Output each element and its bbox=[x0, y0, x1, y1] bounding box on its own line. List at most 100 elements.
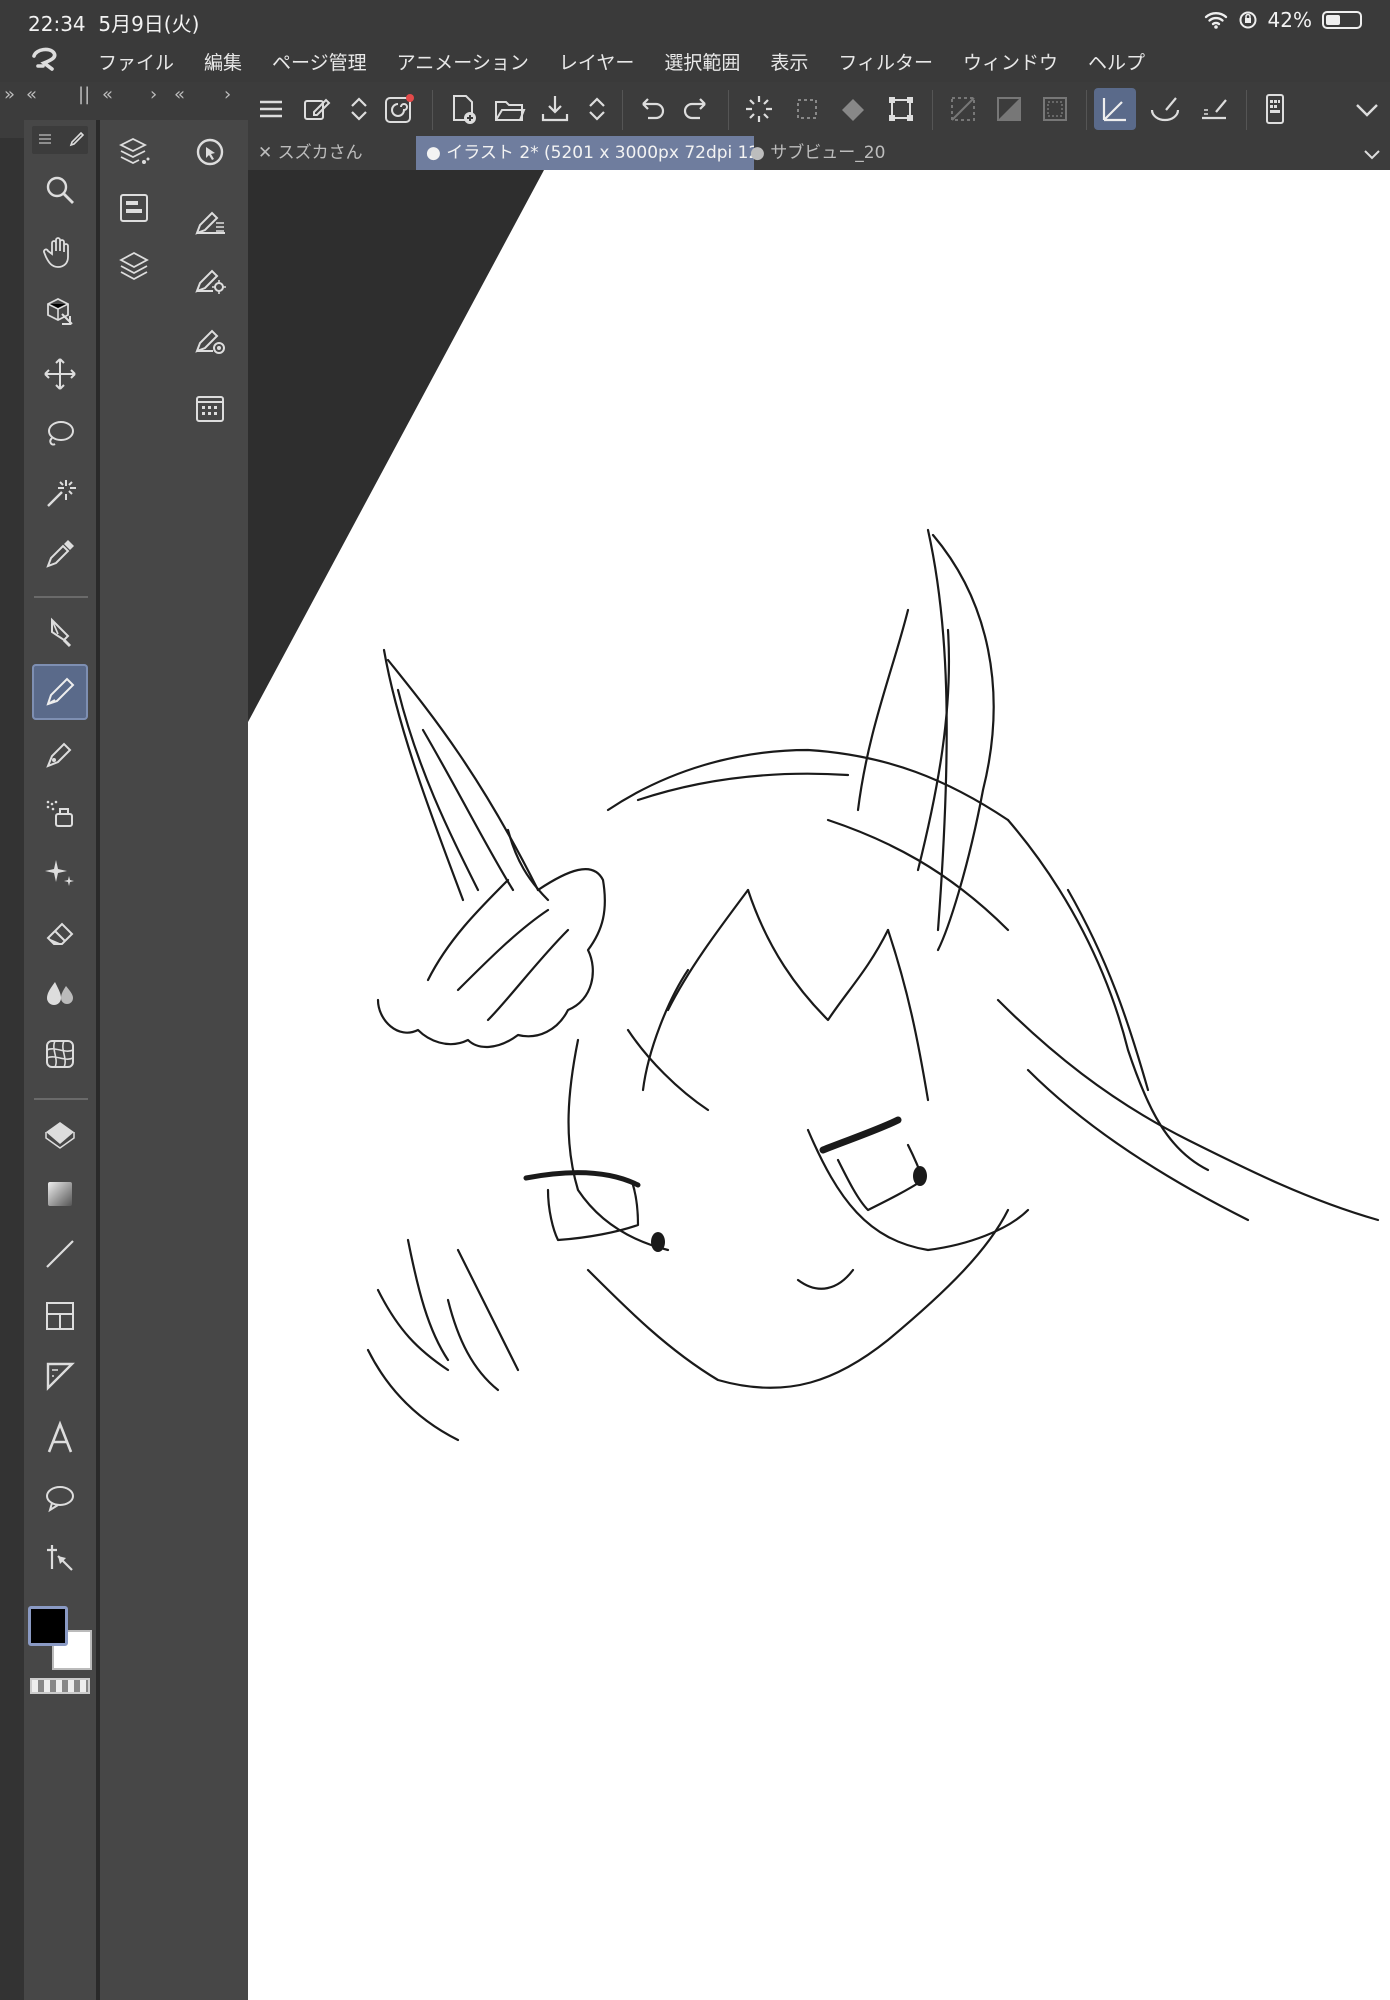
ruler-tool-icon[interactable] bbox=[32, 1348, 88, 1404]
brush-size-icon[interactable] bbox=[186, 316, 234, 364]
deselect-icon[interactable] bbox=[786, 88, 828, 130]
open-folder-icon[interactable] bbox=[488, 88, 530, 130]
hide-outside-selection-icon[interactable] bbox=[942, 88, 984, 130]
tool-palette-header[interactable] bbox=[32, 126, 88, 154]
toolbar-divider bbox=[728, 90, 729, 130]
eyedropper-tool-icon[interactable] bbox=[32, 526, 88, 582]
airbrush-tool-icon[interactable] bbox=[32, 786, 88, 842]
snap-ruler-icon[interactable] bbox=[1094, 88, 1136, 130]
canvas-sketch[interactable] bbox=[248, 170, 1390, 2000]
tool-divider bbox=[34, 596, 88, 598]
tool-property-icon[interactable] bbox=[186, 128, 234, 176]
hand-tool-icon[interactable] bbox=[32, 224, 88, 280]
auto-select-tool-icon[interactable] bbox=[32, 466, 88, 522]
app-logo-icon[interactable] bbox=[28, 44, 64, 76]
sub-tool-settings-icon[interactable] bbox=[186, 256, 234, 304]
navigator-icon[interactable] bbox=[110, 184, 158, 232]
menu-edit[interactable]: 編集 bbox=[204, 48, 242, 75]
snap-special-ruler-icon[interactable] bbox=[1144, 88, 1186, 130]
collapse-left-icon-2[interactable]: « bbox=[26, 84, 37, 105]
selection-mode-icon[interactable] bbox=[988, 88, 1030, 130]
battery-percent: 42% bbox=[1267, 8, 1312, 32]
pen-small-icon bbox=[69, 131, 85, 147]
object-tool-icon[interactable] bbox=[32, 284, 88, 340]
tab-list-chevron-icon[interactable] bbox=[1362, 144, 1382, 164]
palette-menu-icon[interactable] bbox=[38, 132, 52, 146]
fill-selection-icon[interactable] bbox=[832, 88, 874, 130]
edit-settings-icon[interactable] bbox=[296, 88, 338, 130]
up-down-icon[interactable] bbox=[338, 88, 380, 130]
layer-property-icon[interactable] bbox=[110, 128, 158, 176]
status-right: 42% bbox=[1204, 8, 1362, 32]
new-canvas-icon[interactable] bbox=[442, 88, 484, 130]
undo-icon[interactable] bbox=[630, 88, 672, 130]
edge-keyboard-icon[interactable] bbox=[1254, 88, 1296, 130]
tab-suzuka[interactable]: ✕ スズカさん bbox=[248, 136, 418, 170]
tab-subview[interactable]: ● サブビュー_20 bbox=[740, 136, 900, 170]
main-color-swatch[interactable] bbox=[28, 1606, 68, 1646]
menu-help[interactable]: ヘルプ bbox=[1088, 48, 1145, 75]
menu-selection[interactable]: 選択範囲 bbox=[664, 48, 740, 75]
layers-icon[interactable] bbox=[110, 242, 158, 290]
collapse-left-icon-4[interactable]: « bbox=[174, 84, 185, 105]
tool-divider bbox=[34, 1098, 88, 1100]
toolbar-divider bbox=[1086, 90, 1087, 130]
menu-page[interactable]: ページ管理 bbox=[272, 48, 367, 75]
canvas-area[interactable] bbox=[248, 170, 1390, 2000]
menu-items: ファイル 編集 ページ管理 アニメーション レイヤー 選択範囲 表示 フィルター… bbox=[98, 48, 1175, 75]
transparent-color-swatch[interactable] bbox=[30, 1678, 90, 1694]
canvas-tab-bar: ✕ スズカさん ● イラスト 2* (5201 x 3000px 72dpi 1… bbox=[248, 136, 1390, 170]
toolbar-divider bbox=[622, 90, 623, 130]
hamburger-menu-icon[interactable] bbox=[250, 88, 292, 130]
fill-tool-icon[interactable] bbox=[32, 1106, 88, 1162]
up-down-icon-2[interactable] bbox=[576, 88, 618, 130]
companion-icon[interactable] bbox=[378, 88, 420, 130]
material-icon[interactable] bbox=[186, 384, 234, 432]
correct-line-tool-icon[interactable] bbox=[32, 1530, 88, 1586]
zoom-tool-icon[interactable] bbox=[32, 162, 88, 218]
save-icon[interactable] bbox=[534, 88, 576, 130]
collapse-left-icon[interactable]: » bbox=[4, 84, 15, 105]
tab-illust2[interactable]: ● イラスト 2* (5201 x 3000px 72dpi 127.7%) bbox=[416, 136, 754, 170]
wifi-icon bbox=[1204, 12, 1227, 29]
sub-tool-icon[interactable] bbox=[186, 198, 234, 246]
collapse-left-icon-3[interactable]: « bbox=[102, 84, 113, 105]
blend-tool-icon[interactable] bbox=[32, 966, 88, 1022]
menu-bar: ファイル 編集 ページ管理 アニメーション レイヤー 選択範囲 表示 フィルター… bbox=[0, 38, 1390, 83]
expand-right-icon-2[interactable]: › bbox=[224, 84, 231, 105]
balloon-tool-icon[interactable] bbox=[32, 1470, 88, 1526]
toolbar-divider bbox=[432, 90, 433, 130]
lasso-tool-icon[interactable] bbox=[32, 406, 88, 462]
pen-tool-icon[interactable] bbox=[32, 664, 88, 720]
paper bbox=[248, 170, 1390, 2000]
rotation-lock-icon bbox=[1239, 11, 1257, 29]
expand-right-icon[interactable]: › bbox=[150, 84, 157, 105]
line-tool-icon[interactable] bbox=[32, 1226, 88, 1282]
pencil-tool-icon[interactable] bbox=[32, 726, 88, 782]
eraser-tool-icon[interactable] bbox=[32, 906, 88, 962]
frame-tool-icon[interactable] bbox=[32, 1288, 88, 1344]
move-tool-icon[interactable] bbox=[32, 346, 88, 402]
snap-grid-icon[interactable] bbox=[1194, 88, 1236, 130]
tab-label: イラスト 2* (5201 x 3000px 72dpi 127.7%) bbox=[446, 143, 754, 163]
left-edge-strip bbox=[0, 138, 24, 2000]
liquify-tool-icon[interactable] bbox=[32, 1026, 88, 1082]
close-icon[interactable]: ✕ bbox=[258, 143, 278, 163]
clear-selection-icon[interactable] bbox=[738, 88, 780, 130]
decoration-tool-icon[interactable] bbox=[32, 846, 88, 902]
snap-frame-icon[interactable] bbox=[1034, 88, 1076, 130]
redo-icon[interactable] bbox=[676, 88, 718, 130]
transform-icon[interactable] bbox=[880, 88, 922, 130]
menu-filter[interactable]: フィルター bbox=[838, 48, 933, 75]
menu-file[interactable]: ファイル bbox=[98, 48, 174, 75]
gradient-tool-icon[interactable] bbox=[32, 1166, 88, 1222]
pen-nib-tool-icon[interactable] bbox=[32, 604, 88, 660]
chevron-down-icon[interactable] bbox=[1346, 88, 1388, 130]
tab-label: サブビュー_20 bbox=[770, 143, 886, 163]
menu-window[interactable]: ウィンドウ bbox=[963, 48, 1058, 75]
menu-layer[interactable]: レイヤー bbox=[559, 48, 634, 75]
menu-animation[interactable]: アニメーション bbox=[397, 48, 529, 75]
text-tool-icon[interactable] bbox=[32, 1410, 88, 1466]
menu-view[interactable]: 表示 bbox=[770, 48, 808, 75]
tab-dot-icon: ● bbox=[750, 143, 771, 163]
